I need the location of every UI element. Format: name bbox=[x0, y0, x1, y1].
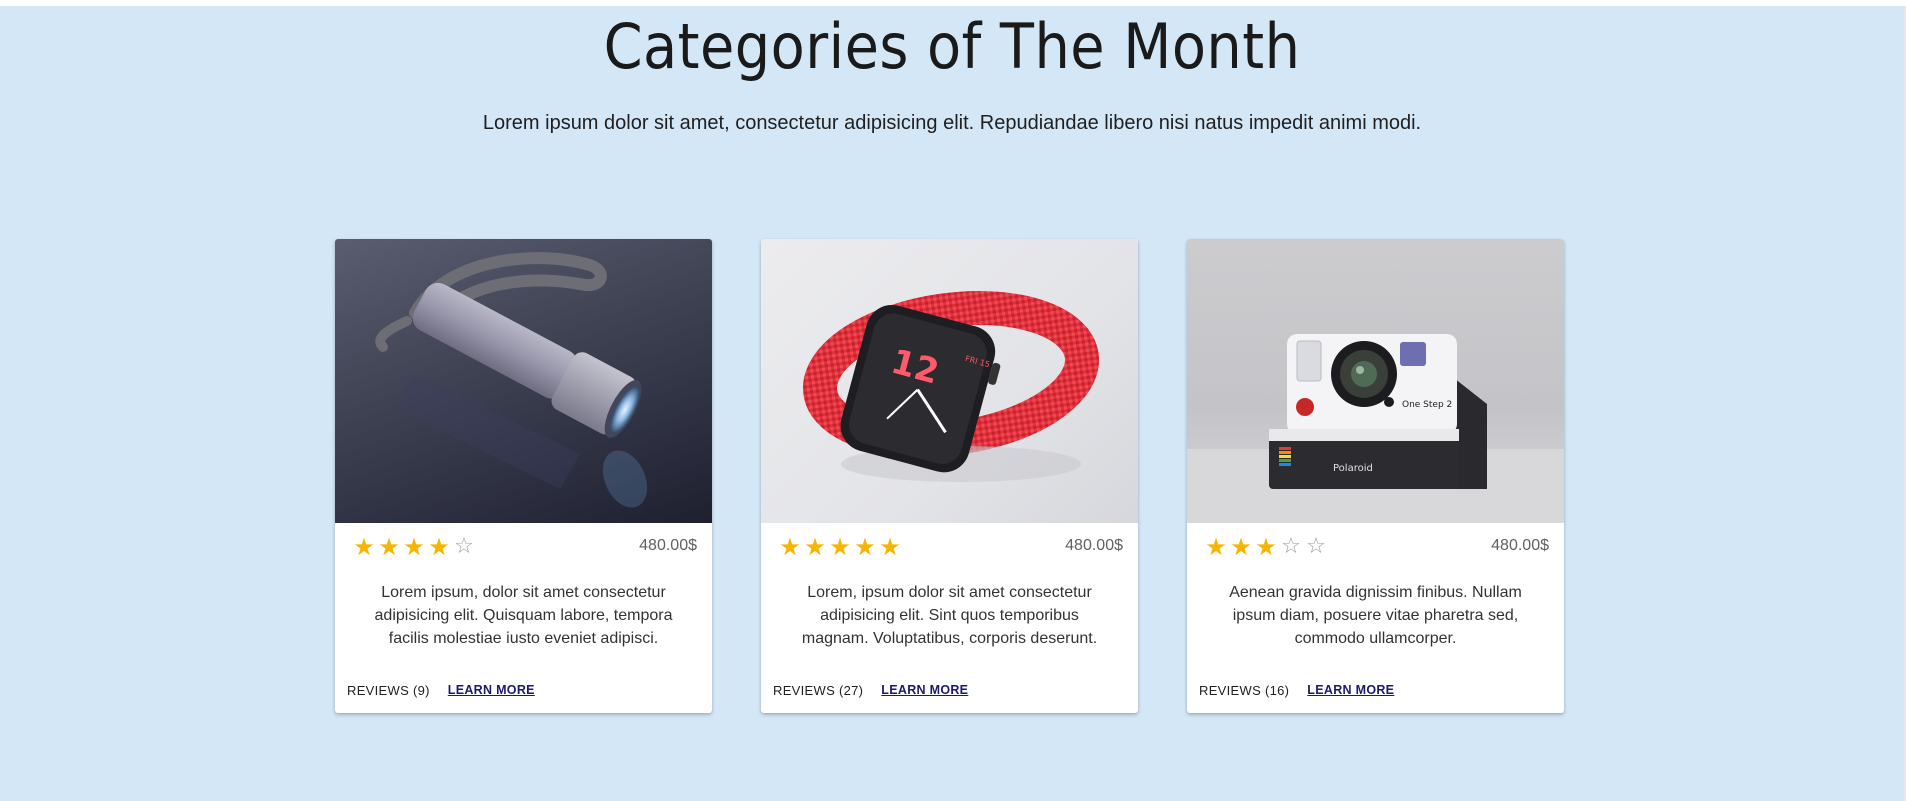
price: 480.00$ bbox=[639, 537, 697, 554]
star-filled-icon: ★ bbox=[1230, 533, 1252, 561]
product-card-flashlight: ★ ★ ★ ★ ☆ 480.00$ Lorem ipsum, dolor sit… bbox=[335, 239, 712, 713]
star-filled-icon: ★ bbox=[1205, 533, 1227, 561]
star-filled-icon: ★ bbox=[353, 533, 375, 561]
reviews-count: REVIEWS (16) bbox=[1199, 683, 1290, 698]
card-description: Lorem, ipsum dolor sit amet consectetur … bbox=[801, 584, 1098, 647]
price: 480.00$ bbox=[1491, 537, 1549, 554]
product-cards: ★ ★ ★ ★ ☆ 480.00$ Lorem ipsum, dolor sit… bbox=[335, 239, 1565, 713]
price: 480.00$ bbox=[1065, 537, 1123, 554]
star-filled-icon: ★ bbox=[804, 533, 826, 561]
instant-camera-image: One Step 2 Polaroid bbox=[1187, 239, 1564, 523]
card-description: Aenean gravida dignissim finibus. Nullam… bbox=[1229, 584, 1522, 647]
star-filled-icon: ★ bbox=[403, 533, 425, 561]
star-empty-icon: ☆ bbox=[1306, 534, 1326, 559]
product-card-camera: One Step 2 Polaroid ★ ★ ★ ☆ ☆ 480.00$ Ae… bbox=[1187, 239, 1564, 713]
section-subtitle: Lorem ipsum dolor sit amet, consectetur … bbox=[482, 112, 1422, 134]
star-rating: ★ ★ ★ ★ ★ bbox=[778, 535, 902, 559]
star-filled-icon: ★ bbox=[428, 533, 450, 561]
card-description: Lorem ipsum, dolor sit amet consectetur … bbox=[374, 584, 673, 647]
flashlight-image bbox=[335, 239, 712, 523]
svg-text:Polaroid: Polaroid bbox=[1333, 463, 1373, 474]
star-rating: ★ ★ ★ ★ ☆ bbox=[352, 533, 476, 561]
svg-text:One Step 2: One Step 2 bbox=[1402, 400, 1452, 410]
product-card-smartwatch: 12 FRI 15 ★ ★ ★ ★ ★ 480.00$ Lorem, ipsum… bbox=[761, 239, 1138, 713]
star-filled-icon: ★ bbox=[779, 533, 801, 561]
star-empty-icon: ☆ bbox=[1281, 534, 1301, 559]
star-rating: ★ ★ ★ ☆ ☆ bbox=[1204, 533, 1328, 561]
star-filled-icon: ★ bbox=[378, 533, 400, 561]
star-filled-icon: ★ bbox=[829, 533, 851, 561]
reviews-count: REVIEWS (9) bbox=[347, 683, 430, 698]
learn-more-link[interactable]: LEARN MORE bbox=[1307, 683, 1394, 698]
learn-more-link[interactable]: LEARN MORE bbox=[448, 683, 535, 698]
section-title: Categories of The Month bbox=[603, 10, 1301, 83]
star-filled-icon: ★ bbox=[1255, 533, 1277, 561]
star-empty-icon: ☆ bbox=[454, 534, 474, 559]
learn-more-link[interactable]: LEARN MORE bbox=[881, 683, 968, 698]
categories-section: Categories of The Month Lorem ipsum dolo… bbox=[0, 6, 1904, 801]
star-filled-icon: ★ bbox=[879, 533, 901, 561]
star-filled-icon: ★ bbox=[854, 533, 876, 561]
reviews-count: REVIEWS (27) bbox=[773, 683, 864, 698]
smartwatch-image: 12 FRI 15 bbox=[761, 239, 1138, 523]
